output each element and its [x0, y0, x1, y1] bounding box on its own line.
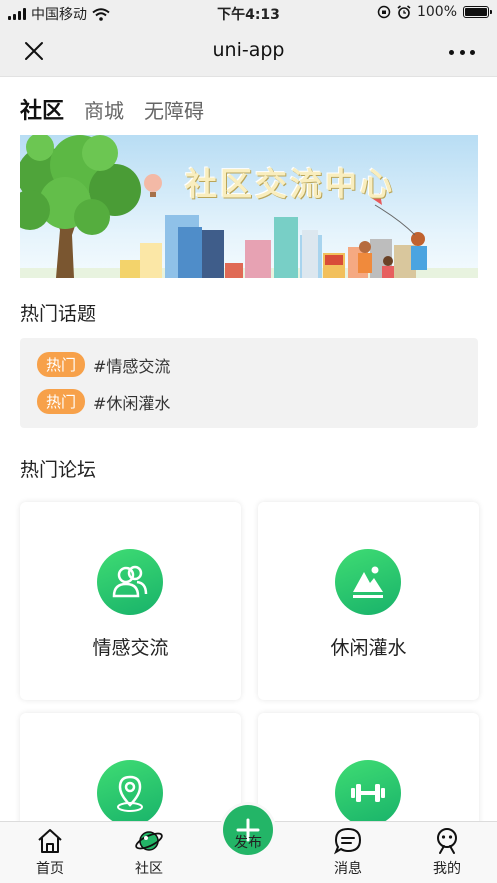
top-tabs: 社区 商城 无障碍 — [20, 93, 204, 125]
forum-card-fitness[interactable] — [258, 713, 479, 821]
banner-illustration — [20, 135, 478, 278]
status-right: 100% — [377, 4, 492, 20]
bottom-tab-bar: 首页 社区 发布 消息 我的 — [0, 805, 497, 883]
mountain-icon — [335, 549, 401, 615]
tabbar-label: 我的 — [433, 861, 461, 877]
nav-bar: uni-app — [0, 26, 497, 77]
tabbar-item-mine[interactable]: 我的 — [412, 826, 482, 878]
hot-topics-title: 热门话题 — [20, 303, 97, 325]
hot-forums-title: 热门论坛 — [20, 459, 97, 481]
home-icon — [38, 829, 62, 853]
tab-accessibility[interactable]: 无障碍 — [144, 95, 204, 124]
forum-card-label: 情感交流 — [92, 637, 169, 659]
topic-text: #情感交流 — [93, 356, 171, 376]
forum-card-emotion[interactable]: 情感交流 — [20, 502, 241, 700]
tabbar-label: 消息 — [334, 861, 362, 877]
forum-card-label: 休闲灌水 — [330, 637, 407, 659]
hot-badge: 热门 — [37, 352, 86, 377]
tabbar-label: 社区 — [135, 861, 163, 877]
status-bar: 中国移动 下午4:13 100% — [0, 0, 497, 26]
dumbbell-icon — [335, 760, 401, 821]
tabbar-label: 首页 — [36, 861, 64, 877]
chat-icon — [333, 827, 362, 855]
hot-topics-list: 热门 #情感交流 热门 #休闲灌水 — [20, 338, 478, 428]
forum-card-location[interactable] — [20, 713, 241, 821]
tab-community[interactable]: 社区 — [20, 93, 64, 125]
banner[interactable]: 社区交流中心 — [20, 135, 478, 278]
users-icon — [97, 549, 163, 615]
banner-title: 社区交流中心 — [185, 165, 396, 203]
topic-item[interactable]: 热门 #情感交流 — [37, 352, 170, 377]
tabbar-item-messages[interactable]: 消息 — [313, 826, 383, 878]
alarm-icon — [397, 5, 411, 19]
topic-text: #休闲灌水 — [93, 393, 171, 413]
forum-card-leisure[interactable]: 休闲灌水 — [258, 502, 479, 700]
rotation-lock-icon — [377, 5, 391, 19]
battery-percent: 100% — [416, 4, 457, 20]
profile-icon — [437, 828, 457, 854]
more-icon[interactable] — [449, 42, 475, 62]
topic-item[interactable]: 热门 #休闲灌水 — [37, 389, 170, 414]
page-title: uni-app — [212, 39, 285, 61]
hot-badge: 热门 — [37, 389, 86, 414]
main-content[interactable]: 社区 商城 无障碍 社区交流中心 热门话题 热门 #情感交流 热门 #休闲灌水 … — [0, 77, 497, 821]
tabbar-label: 发布 — [234, 835, 262, 851]
tabbar-item-home[interactable]: 首页 — [15, 826, 85, 878]
location-pin-icon — [97, 760, 163, 821]
battery-icon — [463, 6, 492, 18]
tab-mall[interactable]: 商城 — [84, 95, 124, 124]
tabbar-item-community[interactable]: 社区 — [114, 826, 184, 878]
planet-icon — [135, 831, 163, 851]
